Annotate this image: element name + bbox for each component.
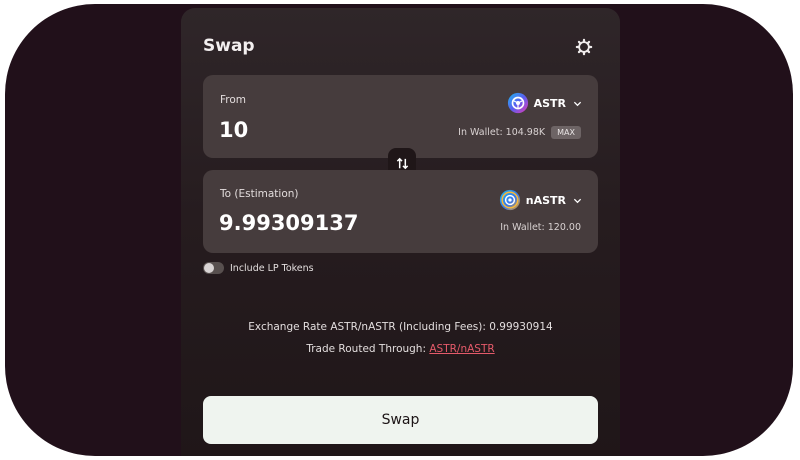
swap-button[interactable]: Swap xyxy=(203,396,598,444)
to-token-symbol: nASTR xyxy=(525,193,566,207)
from-amount-input[interactable]: 10 xyxy=(219,118,248,142)
app-frame: Swap From 10 ASTR In Wallet: 104.98K MAX… xyxy=(5,4,793,456)
route-link[interactable]: ASTR/nASTR xyxy=(429,343,494,355)
max-button[interactable]: MAX xyxy=(551,126,581,139)
lp-toggle-label: Include LP Tokens xyxy=(230,262,314,274)
nastr-token-icon xyxy=(499,189,520,211)
route-row: Trade Routed Through: ASTR/nASTR xyxy=(181,343,620,355)
lp-toggle[interactable] xyxy=(203,262,224,274)
to-amount-value: 9.99309137 xyxy=(219,211,359,235)
chevron-down-icon xyxy=(573,198,582,203)
from-wallet-balance: In Wallet: 104.98K xyxy=(458,127,546,138)
from-token-selector[interactable]: ASTR xyxy=(507,92,582,114)
swap-arrows-icon xyxy=(396,157,408,169)
to-wallet-balance: In Wallet: 120.00 xyxy=(500,222,581,233)
lp-toggle-row: Include LP Tokens xyxy=(203,262,314,274)
swap-panel: Swap From 10 ASTR In Wallet: 104.98K MAX… xyxy=(181,8,620,456)
chevron-down-icon xyxy=(573,101,582,106)
to-token-selector[interactable]: nASTR xyxy=(499,189,582,211)
from-wallet-row: In Wallet: 104.98K MAX xyxy=(458,126,581,139)
astr-token-icon xyxy=(507,92,528,114)
from-token-symbol: ASTR xyxy=(533,96,566,110)
to-wallet-row: In Wallet: 120.00 xyxy=(500,222,581,233)
exchange-rate-text: Exchange Rate ASTR/nASTR (Including Fees… xyxy=(248,321,553,333)
lp-toggle-knob xyxy=(204,263,214,273)
gear-icon[interactable] xyxy=(575,38,593,56)
to-label: To (Estimation) xyxy=(220,188,299,200)
to-card: To (Estimation) 9.99309137 nASTR In Wall… xyxy=(203,170,598,253)
from-label: From xyxy=(220,94,247,106)
route-prefix: Trade Routed Through: xyxy=(306,343,430,355)
from-card: From 10 ASTR In Wallet: 104.98K MAX xyxy=(203,75,598,158)
page-title: Swap xyxy=(203,36,255,56)
